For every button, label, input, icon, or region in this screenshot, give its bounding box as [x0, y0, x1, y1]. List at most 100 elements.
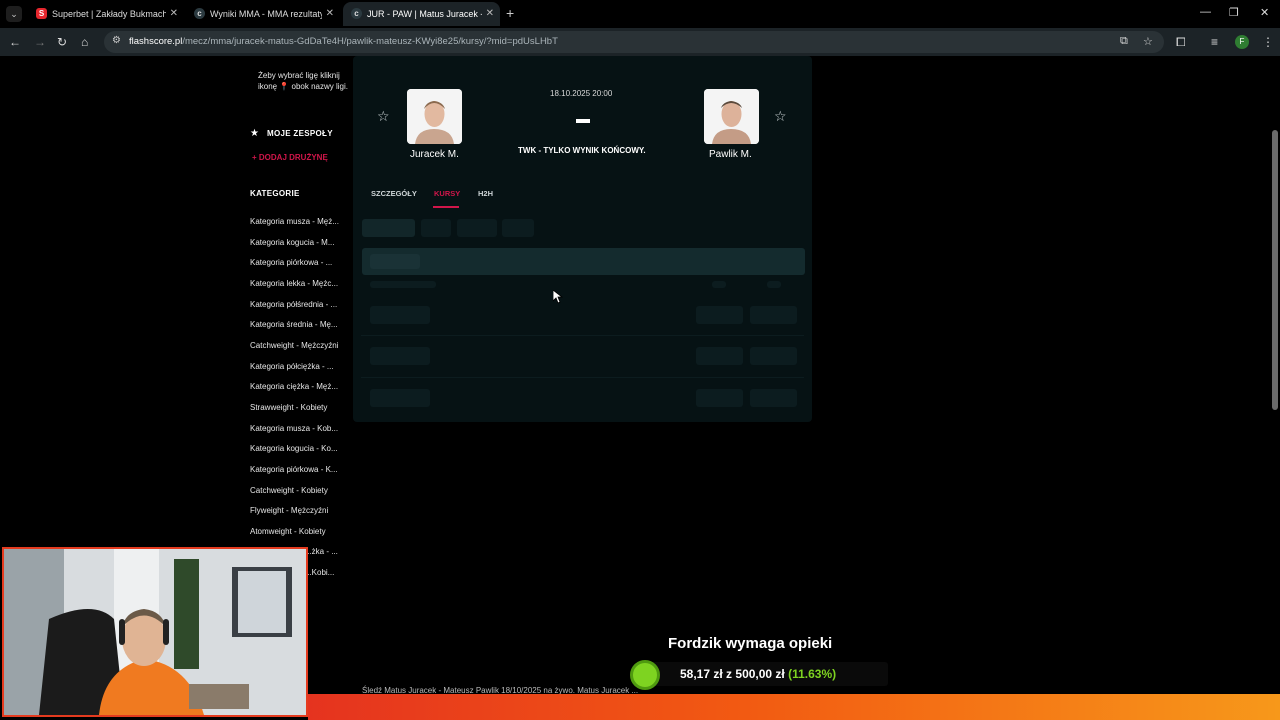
scrollbar-thumb[interactable] — [1272, 130, 1278, 410]
mouse-cursor-icon — [553, 290, 563, 304]
tab-superbet[interactable]: S Superbet | Zakłady Bukmacherskie ✕ — [28, 2, 184, 26]
close-icon[interactable]: ✕ — [486, 2, 494, 26]
flashscore-favicon-icon: c — [351, 8, 362, 19]
goal-target: 500,00 zł — [735, 667, 785, 681]
fighter-home-photo[interactable] — [407, 89, 462, 144]
skeleton-block — [370, 306, 430, 324]
skeleton-block — [370, 347, 430, 365]
browser-toolbar: ← → ↻ ⌂ ⚙ flashscore.pl/mecz/mma/juracek… — [0, 28, 1280, 56]
close-icon[interactable]: ✕ — [170, 2, 178, 26]
star-icon: ★ — [250, 128, 260, 139]
skeleton-block — [712, 281, 726, 288]
skeleton-block — [370, 254, 420, 269]
favorite-star-icon[interactable]: ☆ — [774, 108, 787, 125]
close-window-icon[interactable]: ✕ — [1260, 6, 1269, 19]
tab-wyniki-mma[interactable]: c Wyniki MMA - MMA rezultaty ✕ — [186, 2, 340, 26]
skeleton-block — [696, 389, 743, 407]
close-icon[interactable]: ✕ — [326, 2, 334, 26]
skeleton-block — [750, 347, 797, 365]
goal-of: z — [726, 667, 733, 681]
donation-goal-amount: 58,17 zł z 500,00 zł (11.63%) — [680, 667, 836, 681]
extensions-icon[interactable]: ⧠ — [1176, 34, 1186, 50]
skeleton-block — [767, 281, 781, 288]
tab-title: Wyniki MMA - MMA rezultaty — [210, 9, 322, 19]
category-link[interactable]: Kategoria musza - Męż... — [250, 217, 339, 226]
stream-banner-strip — [308, 694, 1280, 720]
category-link[interactable]: Catchweight - Kobiety — [250, 486, 328, 495]
site-info-icon[interactable]: ⚙ — [112, 35, 121, 46]
media-controls-icon[interactable]: ≡ — [1211, 34, 1218, 50]
divider — [361, 335, 804, 336]
active-tab-indicator — [433, 206, 459, 208]
skeleton-header-row — [362, 248, 805, 275]
skeleton-block — [750, 389, 797, 407]
category-link[interactable]: Kategoria ciężka - Męż... — [250, 382, 338, 391]
category-link[interactable]: Kategoria półśrednia - ... — [250, 300, 337, 309]
categories-label: KATEGORIE — [250, 189, 300, 198]
forward-arrow-icon[interactable]: → — [34, 34, 46, 50]
url-host: flashscore.pl — [129, 36, 183, 47]
minimize-icon[interactable]: — — [1200, 6, 1211, 18]
goal-current: 58,17 zł — [680, 667, 723, 681]
fighter-away-photo[interactable] — [704, 89, 759, 144]
donation-goal-progress-icon — [630, 660, 660, 690]
category-link[interactable]: Kategoria piórkowa - ... — [250, 258, 332, 267]
home-icon[interactable]: ⌂ — [81, 34, 88, 50]
bookmark-star-icon[interactable]: ☆ — [1143, 35, 1153, 48]
superbet-favicon-icon: S — [36, 8, 47, 19]
skeleton-block — [457, 219, 497, 237]
fighter-away-name[interactable]: Pawlik M. — [709, 149, 752, 160]
reload-icon[interactable]: ↻ — [57, 34, 67, 50]
url-path: /mecz/mma/juracek-matus-GdDaTe4H/pawlik-… — [182, 36, 558, 47]
category-link[interactable]: Atomweight - Kobiety — [250, 527, 326, 536]
menu-dots-icon[interactable]: ⋮ — [1262, 34, 1274, 50]
skeleton-block — [370, 281, 436, 288]
install-app-icon[interactable]: ⧉ — [1120, 35, 1128, 48]
tab-search-chevron-icon[interactable]: ⌄ — [6, 6, 22, 22]
donation-goal-title: Fordzik wymaga opieki — [668, 635, 833, 652]
category-link[interactable]: Flyweight - Mężczyźni — [250, 506, 328, 515]
skeleton-block — [696, 306, 743, 324]
match-panel: ☆ Juracek M. 18.10.2025 20:00 TWK - TYLK… — [353, 56, 812, 422]
favorite-star-icon[interactable]: ☆ — [377, 108, 390, 125]
category-link[interactable]: Kategoria kogucia - M... — [250, 238, 334, 247]
tab-h2h[interactable]: H2H — [478, 189, 493, 198]
browser-tab-bar: ⌄ S Superbet | Zakłady Bukmacherskie ✕ c… — [0, 0, 1280, 28]
category-link[interactable]: Kategoria musza - Kob... — [250, 424, 338, 433]
tab-title: Superbet | Zakłady Bukmacherskie — [52, 9, 166, 19]
restore-icon[interactable]: ❐ — [1229, 6, 1239, 19]
tab-kursy[interactable]: KURSY — [434, 189, 460, 198]
webcam-overlay — [2, 547, 308, 717]
category-link[interactable]: ...Kobi... — [305, 568, 334, 577]
add-team-link[interactable]: + DODAJ DRUŻYNĘ — [252, 153, 328, 162]
my-teams-label: MOJE ZESPOŁY — [267, 129, 333, 138]
tab-szczegoly[interactable]: SZCZEGÓŁY — [371, 189, 417, 198]
divider — [361, 377, 804, 378]
category-link[interactable]: ...żka - ... — [305, 547, 338, 556]
skeleton-block — [370, 389, 430, 407]
match-status: TWK - TYLKO WYNIK KOŃCOWY. — [518, 146, 646, 155]
category-link[interactable]: Kategoria kogucia - Ko... — [250, 444, 338, 453]
new-tab-plus-icon[interactable]: + — [506, 5, 514, 21]
category-link[interactable]: Kategoria średnia - Mę... — [250, 320, 338, 329]
address-bar[interactable]: ⚙ flashscore.pl/mecz/mma/juracek-matus-G… — [104, 31, 1164, 53]
skeleton-block — [750, 306, 797, 324]
category-link[interactable]: Kategoria piórkowa - K... — [250, 465, 338, 474]
profile-avatar[interactable]: F — [1235, 35, 1249, 49]
match-date: 18.10.2025 20:00 — [550, 89, 613, 98]
skeleton-block — [421, 219, 451, 237]
category-link[interactable]: Kategoria półciężka - ... — [250, 362, 334, 371]
flashscore-favicon-icon: c — [194, 8, 205, 19]
goal-percent: (11.63%) — [788, 667, 837, 681]
category-link[interactable]: Kategoria lekka - Mężc... — [250, 279, 338, 288]
skeleton-block — [696, 347, 743, 365]
skeleton-block — [362, 219, 415, 237]
tab-match-juracek-pawlik[interactable]: c JUR - PAW | Matus Juracek - Mateusz Pa… — [343, 2, 500, 26]
back-arrow-icon[interactable]: ← — [9, 34, 21, 50]
url-text: flashscore.pl/mecz/mma/juracek-matus-GdD… — [129, 31, 558, 53]
fighter-home-name[interactable]: Juracek M. — [410, 149, 459, 160]
category-link[interactable]: Catchweight - Mężczyźni — [250, 341, 338, 350]
score-separator — [576, 119, 590, 123]
category-link[interactable]: Strawweight - Kobiety — [250, 403, 327, 412]
tab-title: JUR - PAW | Matus Juracek - Mateusz Pawl… — [367, 9, 482, 19]
